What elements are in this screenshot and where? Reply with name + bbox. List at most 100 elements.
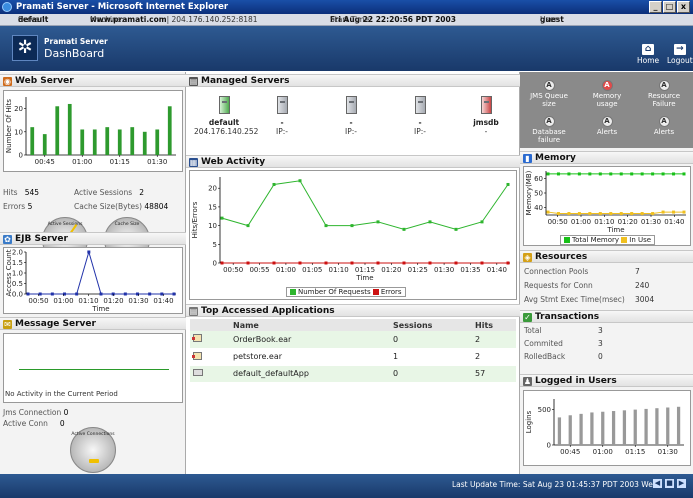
server-item[interactable]: - IP:- bbox=[390, 96, 450, 136]
x-tick-label: 01:30 bbox=[128, 297, 148, 305]
server-item[interactable]: - IP:- bbox=[321, 96, 381, 136]
server-ip: IP:- bbox=[414, 127, 426, 136]
arrow-left-icon[interactable]: ◀ bbox=[653, 479, 662, 488]
jms-queue-alert[interactable]: A JMS Queue size bbox=[524, 80, 574, 108]
errors-stat: Errors 5 bbox=[3, 202, 33, 211]
gauge-label: Active Connections bbox=[71, 432, 115, 437]
chart-bar bbox=[557, 417, 562, 445]
data-point bbox=[75, 292, 79, 296]
data-point bbox=[26, 292, 30, 296]
data-point bbox=[402, 227, 406, 231]
globe-icon: ◉ bbox=[3, 77, 12, 86]
data-point bbox=[38, 292, 42, 296]
x-tick-label: 01:00 bbox=[571, 218, 591, 226]
server-item[interactable]: jmsdb - bbox=[456, 96, 516, 136]
data-point bbox=[598, 172, 602, 176]
ejb-access-chart: 0.0 0.5 1.0 1.5 2.0 Access Count 00:50 01:00 01:… bbox=[3, 247, 183, 314]
server-red-icon bbox=[480, 96, 492, 114]
home-link[interactable]: ⌂ Home bbox=[637, 44, 659, 65]
chart-bar bbox=[590, 412, 594, 445]
data-point bbox=[556, 212, 560, 216]
database-failure-alert[interactable]: A Database failure bbox=[524, 116, 574, 144]
app-name-cell: default_defaultApp bbox=[230, 365, 390, 383]
center-column: ▤ Managed Servers default 204.176.140.25… bbox=[186, 72, 520, 474]
chart-bar bbox=[579, 413, 583, 445]
web-server-title: Web Server bbox=[15, 76, 74, 86]
server-item[interactable]: - IP:- bbox=[252, 96, 312, 136]
x-tick-label: 01:15 bbox=[110, 158, 130, 166]
data-point bbox=[619, 172, 623, 176]
data-point bbox=[402, 261, 406, 265]
table-header-sessions: Sessions bbox=[390, 319, 472, 331]
top-apps-table: Name Sessions Hits OrderBook.ear 0 2 pet… bbox=[190, 319, 516, 383]
legend-swatch bbox=[290, 289, 296, 295]
hits-value: 545 bbox=[24, 188, 40, 197]
errors-value: 5 bbox=[27, 202, 33, 211]
maximize-button[interactable]: □ bbox=[663, 1, 676, 13]
active-conn-value: 0 bbox=[59, 419, 65, 428]
x-tick-label: 00:50 bbox=[548, 218, 568, 226]
table-row[interactable]: petstore.ear 1 2 bbox=[190, 348, 516, 366]
table-header bbox=[190, 319, 230, 331]
data-point bbox=[682, 210, 686, 214]
server-list: default 204.176.140.252 - IP:- - IP:- - … bbox=[194, 96, 514, 151]
x-tick-label: 01:30 bbox=[641, 218, 661, 226]
memory-title: Memory bbox=[535, 153, 576, 163]
alerts-item[interactable]: A Alerts bbox=[638, 116, 690, 136]
alerts-item[interactable]: A Alerts bbox=[582, 116, 632, 136]
data-point bbox=[111, 292, 115, 296]
chart-bar bbox=[611, 411, 616, 445]
requests-for-conn-value: 240 bbox=[635, 281, 650, 290]
data-point bbox=[454, 227, 458, 231]
x-tick-label: 00:50 bbox=[28, 297, 48, 305]
scroll-thumb[interactable]: ■ bbox=[665, 479, 674, 488]
legend-label: Number Of Requests bbox=[298, 288, 373, 296]
start-time-info: Start Time: Fri Aug 22 22:20:56 PDT 2003 bbox=[330, 15, 456, 24]
ear-icon bbox=[192, 334, 202, 343]
server-name: - bbox=[418, 118, 422, 127]
series-line bbox=[28, 250, 174, 295]
memory-chart-svg: 40 50 60Memory(MB) 00:50 01:00 01:10 01:20 01:3… bbox=[525, 170, 686, 234]
server-item[interactable]: default 204.176.140.252 bbox=[194, 96, 258, 136]
x-tick-label: 01:10 bbox=[329, 266, 349, 274]
data-point bbox=[506, 182, 510, 186]
chart-bar bbox=[655, 408, 659, 445]
y-tick-label: 0.5 bbox=[12, 280, 23, 288]
logout-link[interactable]: → Logout bbox=[667, 44, 693, 65]
message-baseline bbox=[19, 369, 169, 370]
data-point bbox=[246, 261, 250, 265]
logout-icon: → bbox=[673, 44, 686, 55]
data-point bbox=[376, 220, 380, 224]
close-button[interactable]: x bbox=[677, 1, 690, 13]
jms-connection-value: 0 bbox=[63, 408, 69, 417]
memory-usage-alert[interactable]: A Memory usage bbox=[582, 80, 632, 108]
resource-failure-alert[interactable]: A Resource Failure bbox=[638, 80, 690, 108]
logout-label: Logout bbox=[667, 56, 693, 65]
app-sessions-cell: 1 bbox=[390, 348, 472, 366]
table-row[interactable]: default_defaultApp 0 57 bbox=[190, 365, 516, 383]
x-tick-label: 00:45 bbox=[35, 158, 55, 166]
server-gray-icon bbox=[414, 96, 426, 114]
data-point bbox=[577, 212, 581, 216]
logins-chart-svg: 0 500 Logins 00:45 01:00 01:15 01:30 bbox=[525, 399, 684, 456]
y-tick-label: 20 bbox=[14, 105, 23, 113]
gauge-label: Active Sessions bbox=[47, 222, 83, 227]
chart-bar bbox=[644, 408, 648, 445]
active-sessions-stat: Active Sessions 2 bbox=[74, 188, 145, 197]
alert-icon: A bbox=[658, 116, 670, 127]
y-axis-label: Memory(MB) bbox=[525, 170, 533, 215]
y-axis-label: Number Of Hits bbox=[5, 99, 13, 153]
data-point bbox=[428, 261, 432, 265]
y-tick-label: 50 bbox=[534, 190, 543, 198]
server-info: Server: default bbox=[18, 15, 49, 24]
table-row[interactable]: OrderBook.ear 0 2 bbox=[190, 331, 516, 349]
minimize-button[interactable]: _ bbox=[649, 1, 662, 13]
chart-bar bbox=[80, 129, 85, 155]
table-header-name: Name bbox=[230, 319, 390, 331]
arrow-right-icon[interactable]: ▶ bbox=[677, 479, 686, 488]
data-point bbox=[220, 261, 224, 265]
x-tick-label: 01:15 bbox=[625, 448, 645, 456]
commited-tx-stat: Commited bbox=[524, 339, 563, 348]
y-axis-label: Hits/Errors bbox=[191, 201, 199, 238]
ear-icon bbox=[192, 351, 202, 360]
